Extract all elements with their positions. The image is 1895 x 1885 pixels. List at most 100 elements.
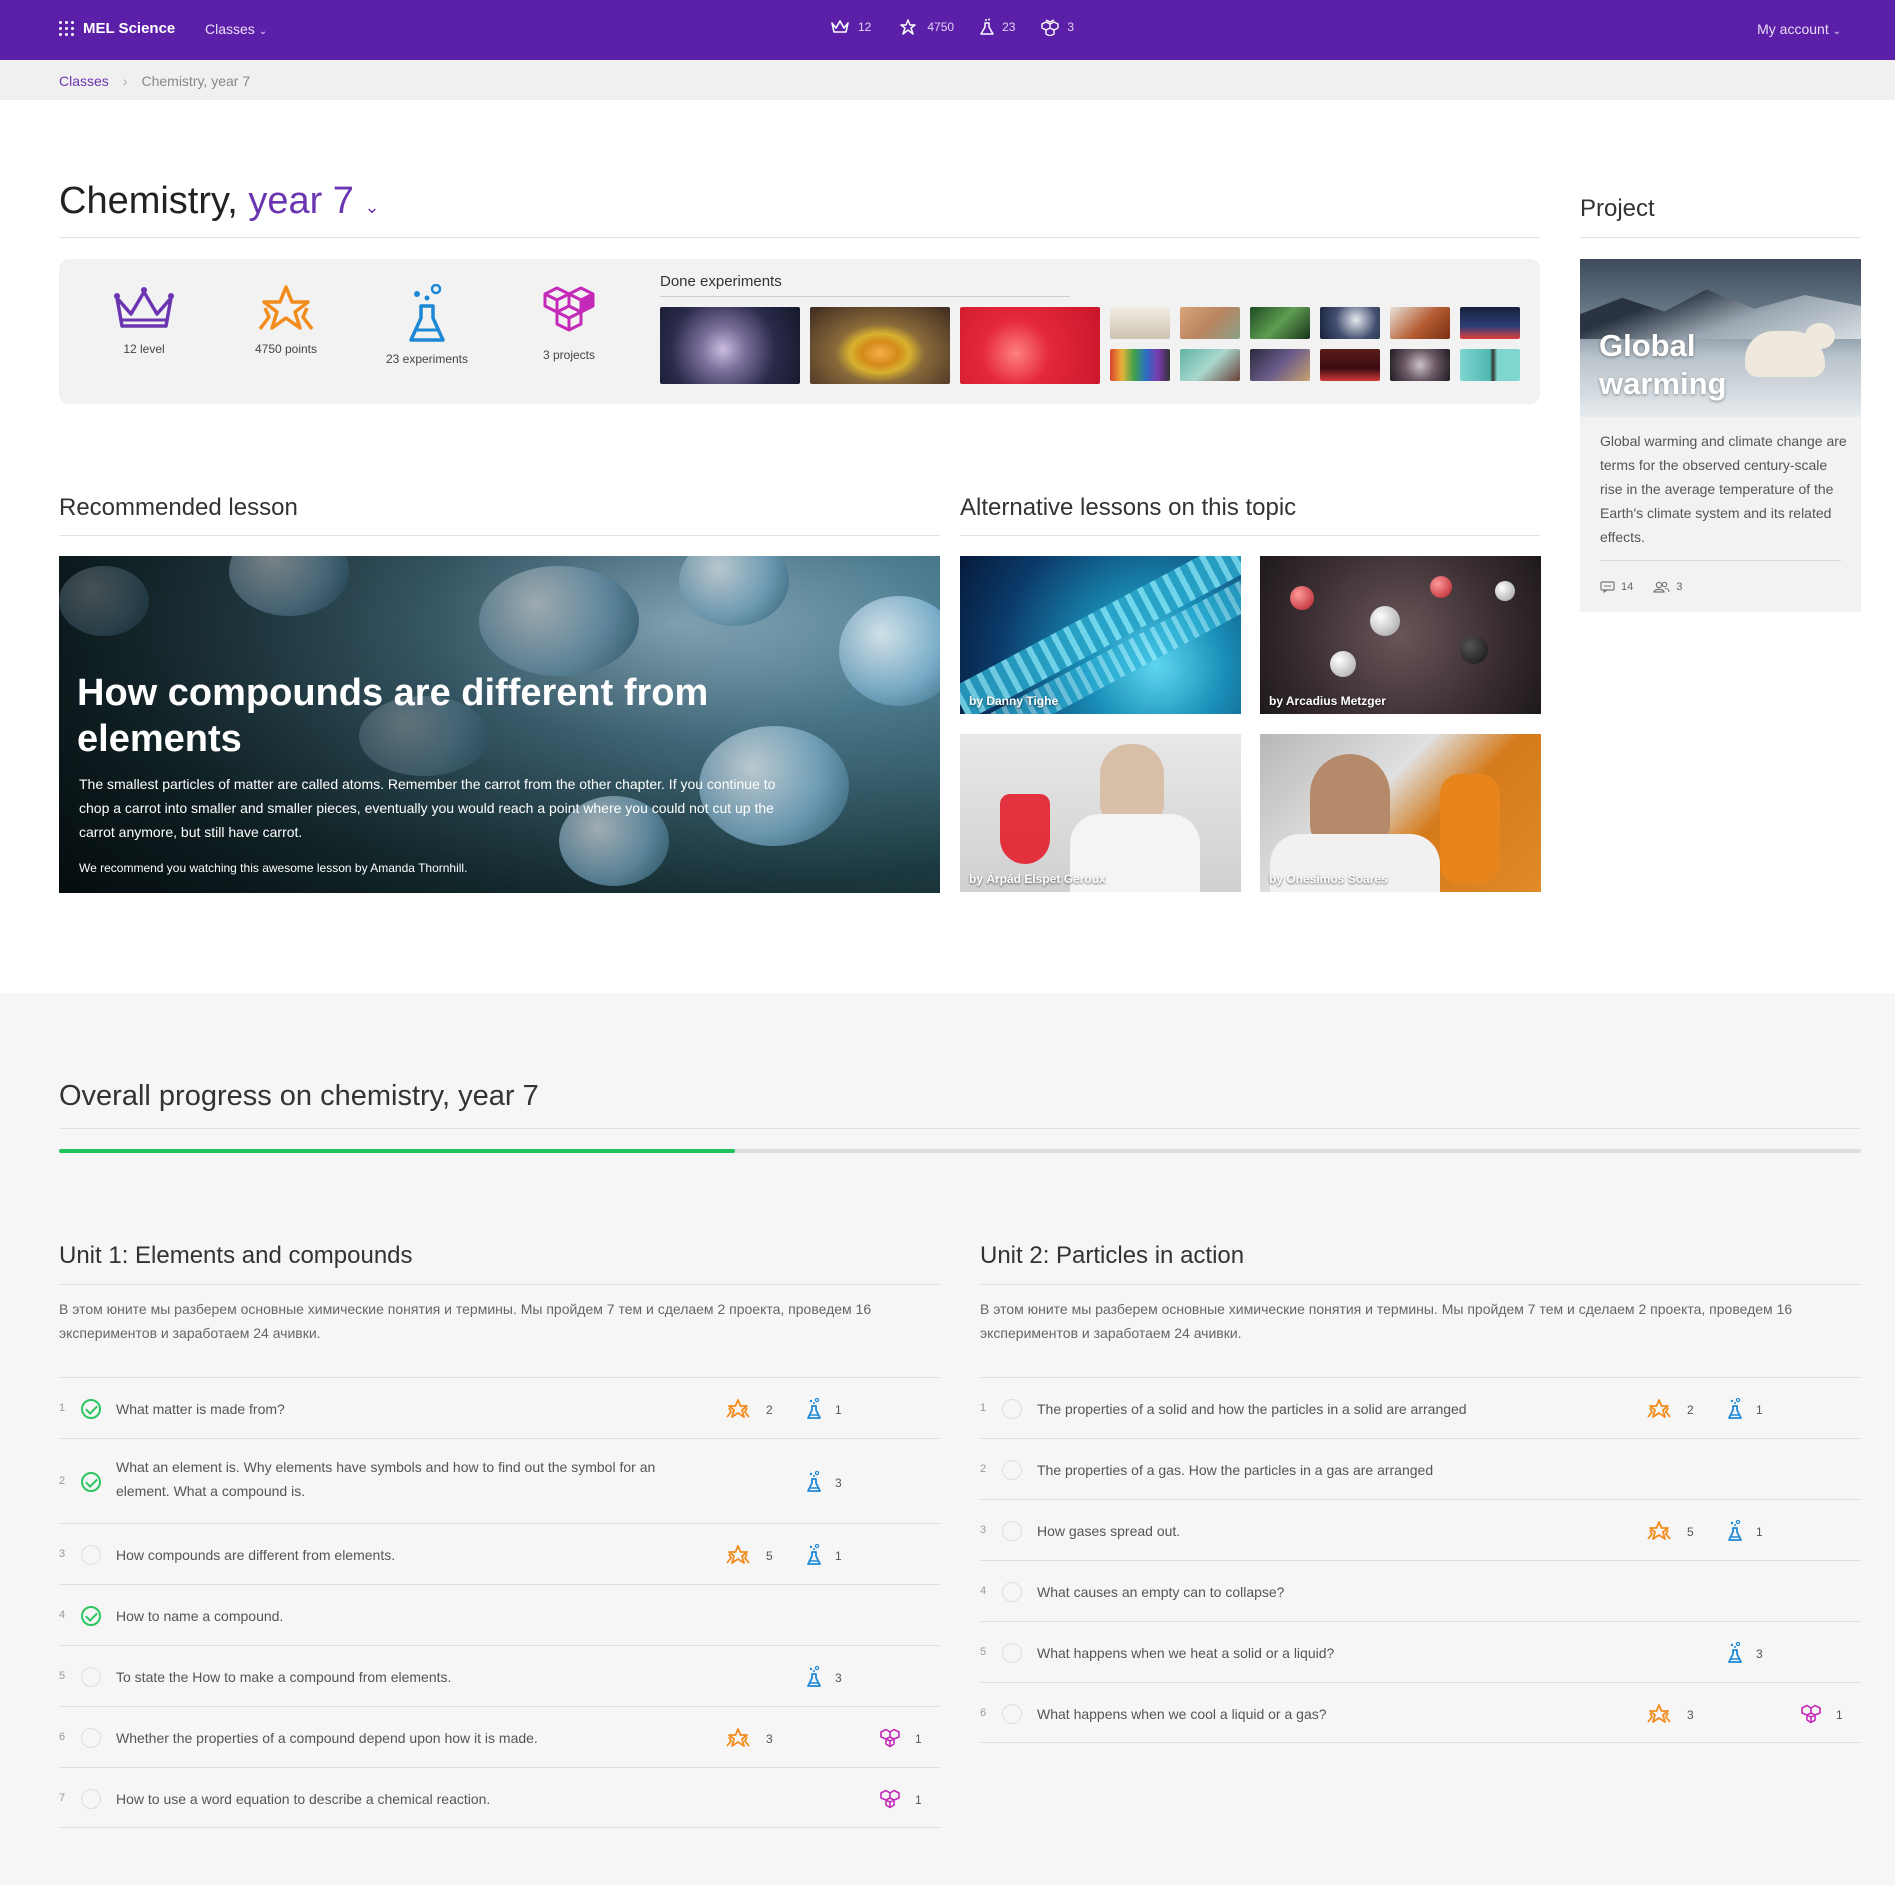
lesson-row[interactable]: 1 What matter is made from? 2 1 bbox=[59, 1377, 940, 1438]
lesson-experiments: 3 bbox=[807, 1665, 842, 1691]
recommended-lesson-card[interactable]: How compounds are different from element… bbox=[59, 556, 940, 893]
project-card[interactable]: Global warming Global warming and climate… bbox=[1580, 259, 1861, 612]
recommended-lesson-description: The smallest particles of matter are cal… bbox=[79, 776, 776, 840]
stars-icon bbox=[724, 1727, 752, 1751]
project-description: Global warming and climate change are te… bbox=[1600, 433, 1847, 545]
lesson-row[interactable]: 2 What an element is. Why elements have s… bbox=[59, 1438, 940, 1523]
lesson-row[interactable]: 6 Whether the properties of a compound de… bbox=[59, 1706, 940, 1767]
experiment-thumbnail[interactable] bbox=[1110, 307, 1170, 339]
done-experiments-label: Done experiments bbox=[660, 273, 782, 290]
lesson-row[interactable]: 5 To state the How to make a compound fro… bbox=[59, 1645, 940, 1706]
lesson-experiments: 1 bbox=[807, 1543, 842, 1569]
experiment-thumbnail[interactable] bbox=[1460, 349, 1520, 381]
lesson-row[interactable]: 4 How to name a compound. bbox=[59, 1584, 940, 1645]
experiment-thumbnail[interactable] bbox=[1250, 349, 1310, 381]
lesson-points: 3 bbox=[1645, 1703, 1694, 1727]
incomplete-circle-icon[interactable] bbox=[1002, 1398, 1022, 1419]
lesson-title[interactable]: How to name a compound. bbox=[116, 1604, 676, 1628]
incomplete-circle-icon[interactable] bbox=[1002, 1581, 1022, 1602]
nav-stat-projects[interactable]: 3 bbox=[1041, 18, 1074, 36]
lesson-row[interactable]: 6 What happens when we cool a liquid or a… bbox=[980, 1682, 1861, 1743]
project-participants[interactable]: 3 bbox=[1653, 581, 1682, 593]
atom-decoration bbox=[1460, 636, 1488, 664]
project-image-title: Global warming bbox=[1599, 327, 1726, 403]
experiment-thumbnail[interactable] bbox=[1180, 307, 1240, 339]
incomplete-circle-icon[interactable] bbox=[1002, 1642, 1022, 1663]
alternative-lesson-card[interactable]: by Arcadius Metzger bbox=[1260, 556, 1541, 714]
nav-stat-value: 4750 bbox=[927, 20, 955, 34]
experiment-thumbnail[interactable] bbox=[1460, 307, 1520, 339]
project-image: Global warming bbox=[1580, 259, 1861, 417]
unit-title: Unit 1: Elements and compounds bbox=[59, 1242, 413, 1269]
experiment-thumbnail[interactable] bbox=[810, 307, 950, 384]
incomplete-circle-icon[interactable] bbox=[81, 1788, 101, 1809]
experiment-thumbnail[interactable] bbox=[1390, 349, 1450, 381]
brand-logo[interactable]: MEL Science bbox=[59, 20, 175, 37]
completed-check-icon[interactable] bbox=[81, 1605, 101, 1626]
incomplete-circle-icon[interactable] bbox=[1002, 1520, 1022, 1541]
nav-stats: 12 4750 23 3 bbox=[830, 18, 1074, 36]
lesson-row[interactable]: 7 How to use a word equation to describe … bbox=[59, 1767, 940, 1828]
experiment-thumbnail[interactable] bbox=[1320, 349, 1380, 381]
experiment-thumbnail[interactable] bbox=[960, 307, 1100, 384]
page-title: Chemistry, year 7 ⌄ bbox=[59, 180, 380, 223]
lesson-title[interactable]: What an element is. Why elements have sy… bbox=[116, 1455, 676, 1503]
lesson-title[interactable]: How compounds are different from element… bbox=[116, 1543, 676, 1567]
lesson-row[interactable]: 2 The properties of a gas. How the partic… bbox=[980, 1438, 1861, 1499]
lesson-projects: 1 bbox=[1800, 1703, 1843, 1728]
lesson-title[interactable]: What happens when we cool a liquid or a … bbox=[1037, 1702, 1657, 1726]
lesson-row[interactable]: 3 How compounds are different from elemen… bbox=[59, 1523, 940, 1584]
lesson-projects-value: 1 bbox=[915, 1732, 922, 1746]
lesson-title[interactable]: What happens when we heat a solid or a l… bbox=[1037, 1641, 1657, 1665]
year-selector-label: year 7 bbox=[248, 180, 354, 222]
incomplete-circle-icon[interactable] bbox=[81, 1666, 101, 1687]
experiment-thumbnail[interactable] bbox=[1250, 307, 1310, 339]
lesson-projects: 1 bbox=[879, 1788, 922, 1813]
flask-icon bbox=[807, 1543, 821, 1569]
lesson-row[interactable]: 5 What happens when we heat a solid or a … bbox=[980, 1621, 1861, 1682]
lesson-title[interactable]: Whether the properties of a compound dep… bbox=[116, 1726, 676, 1750]
lesson-number: 6 bbox=[980, 1706, 987, 1719]
completed-check-icon[interactable] bbox=[81, 1398, 101, 1419]
glove-decoration bbox=[1440, 774, 1500, 884]
lesson-title[interactable]: How gases spread out. bbox=[1037, 1519, 1657, 1543]
nav-stat-experiments[interactable]: 23 bbox=[980, 18, 1015, 36]
experiment-thumbnail[interactable] bbox=[660, 307, 800, 384]
breadcrumb-classes-link[interactable]: Classes bbox=[59, 73, 109, 89]
incomplete-circle-icon[interactable] bbox=[81, 1544, 101, 1565]
flask-icon bbox=[1728, 1519, 1742, 1545]
experiment-thumbnail[interactable] bbox=[1110, 349, 1170, 381]
incomplete-circle-icon[interactable] bbox=[1002, 1459, 1022, 1480]
class-summary-box: 12 level 4750 points 23 experiments 3 pr… bbox=[59, 259, 1540, 404]
experiment-thumbnail[interactable] bbox=[1180, 349, 1240, 381]
incomplete-circle-icon[interactable] bbox=[81, 1727, 101, 1748]
lesson-title[interactable]: To state the How to make a compound from… bbox=[116, 1665, 676, 1689]
experiment-thumbnail[interactable] bbox=[1320, 307, 1380, 339]
lesson-points: 5 bbox=[724, 1544, 773, 1568]
alternative-lesson-card[interactable]: by Árpád Elspet Geroux bbox=[960, 734, 1241, 892]
classes-menu[interactable]: Classes ⌄ bbox=[205, 21, 267, 37]
completed-check-icon[interactable] bbox=[81, 1471, 101, 1492]
lesson-row[interactable]: 4 What causes an empty can to collapse? bbox=[980, 1560, 1861, 1621]
year-selector[interactable]: year 7 ⌄ bbox=[248, 180, 379, 222]
experiment-thumbnail[interactable] bbox=[1390, 307, 1450, 339]
nav-stat-level[interactable]: 12 bbox=[830, 18, 871, 36]
lesson-title[interactable]: What causes an empty can to collapse? bbox=[1037, 1580, 1657, 1604]
alternative-lesson-card[interactable]: by Danny Tighe bbox=[960, 556, 1241, 714]
alternative-lesson-card[interactable]: by Onesimos Soares bbox=[1260, 734, 1541, 892]
nav-stat-points[interactable]: 4750 bbox=[897, 18, 954, 36]
lesson-title[interactable]: What matter is made from? bbox=[116, 1397, 676, 1421]
lesson-row[interactable]: 1 The properties of a solid and how the p… bbox=[980, 1377, 1861, 1438]
project-comments[interactable]: 14 bbox=[1600, 581, 1633, 593]
lesson-title[interactable]: How to use a word equation to describe a… bbox=[116, 1787, 676, 1811]
lesson-title[interactable]: The properties of a solid and how the pa… bbox=[1037, 1397, 1657, 1421]
flask-icon bbox=[1728, 1397, 1742, 1423]
lesson-row[interactable]: 3 How gases spread out. 5 1 bbox=[980, 1499, 1861, 1560]
stars-icon bbox=[258, 285, 314, 331]
lesson-points-value: 2 bbox=[1687, 1403, 1694, 1417]
account-menu[interactable]: My account ⌄ bbox=[1757, 21, 1841, 37]
lesson-title[interactable]: The properties of a gas. How the particl… bbox=[1037, 1458, 1657, 1482]
lesson-number: 2 bbox=[980, 1462, 987, 1475]
incomplete-circle-icon[interactable] bbox=[1002, 1703, 1022, 1724]
lesson-experiments: 3 bbox=[807, 1470, 842, 1496]
